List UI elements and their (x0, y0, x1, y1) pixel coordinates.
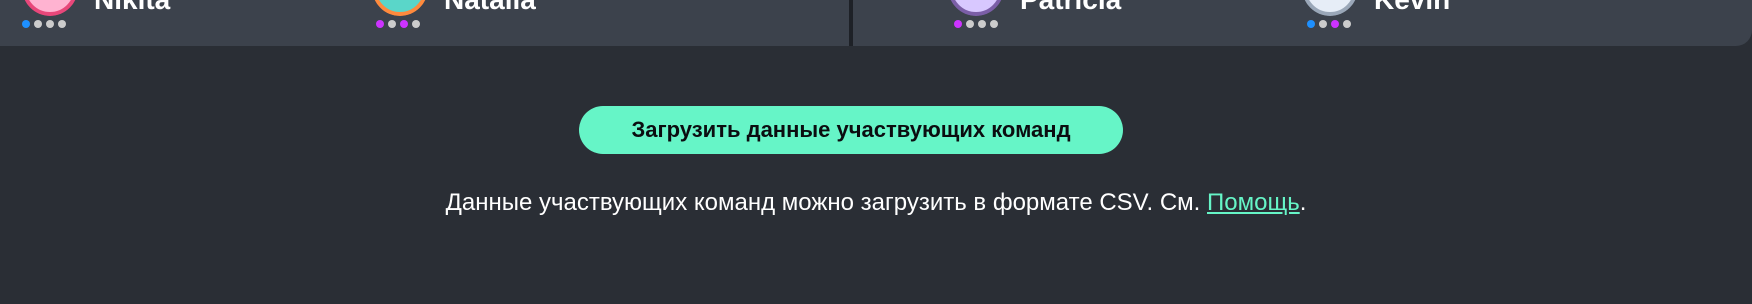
status-dot (990, 20, 998, 28)
status-dot (58, 20, 66, 28)
team-strip: Nikita Natalia (0, 0, 1752, 46)
upload-info-text: Данные участвующих команд можно загрузит… (0, 189, 1752, 217)
player-name: Natalia (444, 0, 536, 16)
status-dot (954, 20, 962, 28)
player-status-dots (1307, 20, 1351, 28)
player-status-dots (22, 20, 66, 28)
status-dot (1319, 20, 1327, 28)
status-dot (46, 20, 54, 28)
player-avatar (372, 0, 428, 16)
status-dot (400, 20, 408, 28)
status-dot (1343, 20, 1351, 28)
status-dot (1331, 20, 1339, 28)
player-status-dots (954, 20, 998, 28)
player-status-dots (376, 20, 420, 28)
status-dot (412, 20, 420, 28)
team-divider (849, 0, 853, 46)
page: Nikita Natalia (0, 0, 1752, 304)
status-dot (22, 20, 30, 28)
status-dot (34, 20, 42, 28)
status-dot (376, 20, 384, 28)
status-dot (388, 20, 396, 28)
player-avatar (948, 0, 1004, 16)
status-dot (1307, 20, 1315, 28)
player-name: Kevin (1374, 0, 1450, 16)
player-name: Patricia (1020, 0, 1121, 16)
info-text: Данные участвующих команд можно загрузит… (445, 189, 1207, 216)
player-name: Nikita (94, 0, 170, 16)
player-avatar (22, 0, 78, 16)
player-avatar (1302, 0, 1358, 16)
info-text-end: . (1299, 189, 1307, 216)
status-dot (966, 20, 974, 28)
help-link[interactable]: Помощь (1207, 189, 1300, 216)
status-dot (978, 20, 986, 28)
upload-teams-button[interactable]: Загрузить данные участвующих команд (579, 106, 1123, 154)
